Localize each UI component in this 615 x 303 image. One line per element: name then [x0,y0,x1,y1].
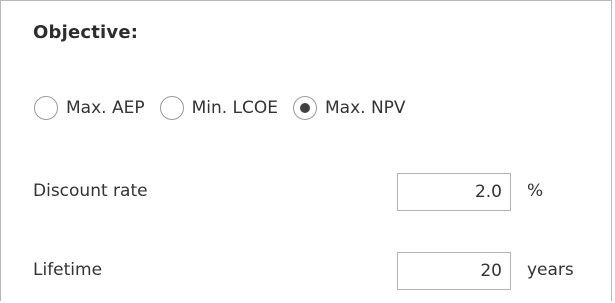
objective-panel: Objective: Max. AEP Min. LCOE Max. NPV D… [0,0,612,301]
radio-option-min-lcoe[interactable]: Min. LCOE [159,96,279,120]
objective-radio-group: Max. AEP Min. LCOE Max. NPV [34,91,421,125]
radio-selected-dot [300,103,311,113]
lifetime-row: Lifetime years [33,252,608,290]
lifetime-input[interactable] [397,252,511,290]
radio-button-unselected[interactable] [34,96,58,120]
radio-label-max-aep: Max. AEP [66,98,145,118]
discount-rate-row: Discount rate % [33,173,608,211]
radio-button-selected[interactable] [293,96,318,120]
discount-rate-input[interactable] [397,173,511,211]
lifetime-unit: years [527,260,574,280]
discount-rate-unit: % [527,181,544,201]
objective-title: Objective: [33,22,139,43]
radio-option-max-npv[interactable]: Max. NPV [293,96,406,120]
radio-option-max-aep[interactable]: Max. AEP [34,96,145,120]
discount-rate-label: Discount rate [33,181,148,201]
radio-label-max-npv: Max. NPV [325,98,406,118]
lifetime-label: Lifetime [33,260,103,280]
radio-label-min-lcoe: Min. LCOE [191,98,279,118]
radio-button-unselected[interactable] [159,96,184,120]
